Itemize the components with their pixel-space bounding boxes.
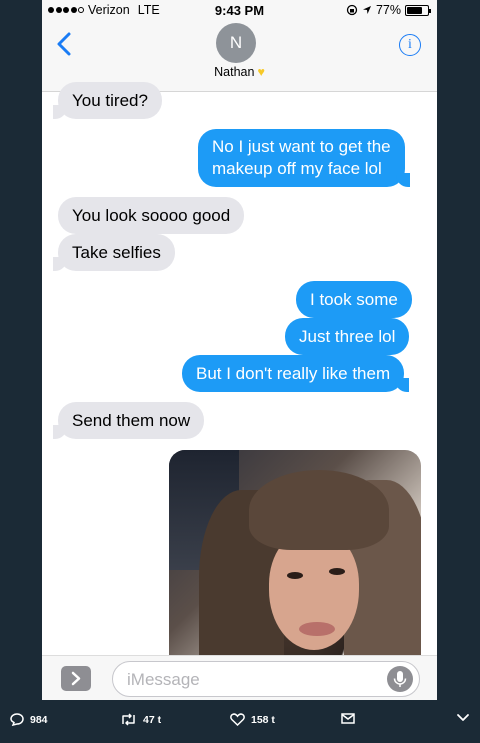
message-text: Take selfies — [72, 243, 161, 262]
message-input-bar — [42, 655, 437, 700]
like-action[interactable]: 158 t — [230, 713, 275, 726]
photo-eye-left — [287, 572, 303, 579]
message-bubble-incoming[interactable]: Take selfies — [53, 234, 175, 271]
message-text: But I don't really like them — [196, 364, 391, 383]
contact-avatar[interactable]: N — [216, 23, 256, 63]
retweet-action[interactable]: 47 t — [120, 713, 161, 726]
message-text-line: makeup off my face lol — [212, 159, 382, 178]
message-bubble-incoming[interactable]: You look soooo good — [58, 197, 245, 234]
info-symbol: i — [408, 37, 412, 52]
photo-hair-top — [249, 470, 389, 550]
battery-percent: 77% — [375, 3, 401, 17]
conversation-header: Verizon LTE 9:43 PM 77% N Nathan ♥ i — [42, 0, 437, 92]
more-options-action[interactable] — [456, 713, 470, 723]
imessage-field[interactable] — [112, 661, 420, 697]
retweet-count: 47 t — [143, 713, 162, 726]
message-bubble-incoming[interactable]: You tired? — [53, 82, 162, 119]
microphone-icon[interactable] — [387, 666, 413, 692]
reply-action[interactable]: 984 — [10, 713, 48, 726]
like-count: 158 t — [251, 713, 275, 726]
message-bubble-incoming[interactable]: Send them now — [52, 402, 205, 439]
message-text: You look soooo good — [72, 206, 231, 225]
status-right: 77% — [346, 3, 431, 17]
photo-lips — [299, 622, 335, 636]
message-bubble-outgoing[interactable]: Just three lol — [285, 318, 410, 355]
message-text: Just three lol — [299, 327, 396, 346]
tweet-action-bar: 984 47 t 158 t — [0, 700, 480, 743]
reply-count: 984 — [30, 713, 48, 726]
message-bubble-outgoing[interactable]: I took some — [296, 281, 412, 318]
message-bubble-outgoing[interactable]: But I don't really like them — [182, 355, 410, 392]
message-input[interactable] — [127, 669, 377, 691]
messages-screen: Verizon LTE 9:43 PM 77% N Nathan ♥ i You … — [42, 0, 437, 700]
photo-eye-right — [329, 568, 345, 575]
info-icon[interactable]: i — [399, 34, 421, 56]
location-arrow-icon — [362, 6, 371, 14]
direct-message-action[interactable] — [341, 713, 355, 724]
contact-name-row[interactable]: Nathan ♥ — [42, 65, 437, 79]
avatar-initial: N — [229, 33, 243, 52]
orientation-lock-icon — [346, 4, 358, 16]
message-text: You tired? — [72, 91, 148, 110]
back-chevron-icon[interactable] — [52, 30, 78, 58]
message-bubble-outgoing[interactable]: No I just want to get the makeup off my … — [198, 129, 410, 187]
message-text: Send them now — [72, 411, 191, 430]
reply-icon — [10, 713, 24, 726]
selfie-photo-attachment[interactable] — [169, 450, 421, 655]
status-bar: Verizon LTE 9:43 PM 77% — [42, 0, 437, 20]
like-heart-icon — [230, 713, 245, 726]
app-store-icon[interactable] — [61, 666, 91, 691]
battery-icon — [405, 4, 431, 16]
message-text-line: No I just want to get the — [212, 137, 391, 156]
message-envelope-icon — [341, 713, 355, 724]
retweet-icon — [122, 713, 135, 726]
message-text: I took some — [310, 290, 398, 309]
caret-down-icon — [457, 714, 469, 721]
yellow-heart-icon: ♥ — [257, 65, 265, 79]
battery-level — [407, 6, 423, 14]
contact-name: Nathan — [214, 65, 255, 79]
